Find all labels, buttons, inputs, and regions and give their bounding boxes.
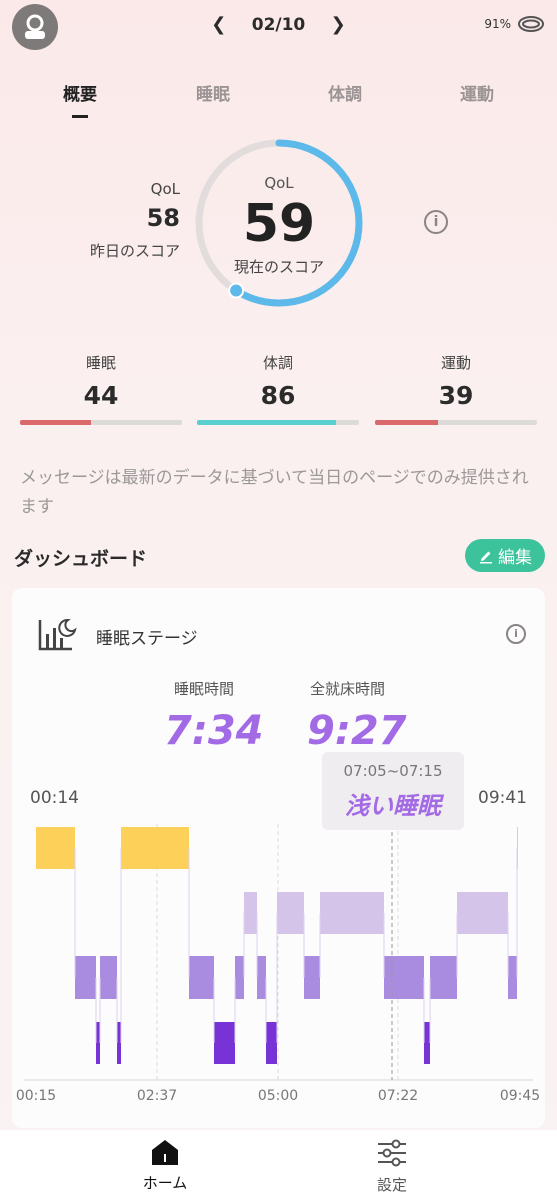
metric-value: 39 [438,381,474,410]
qol-yesterday: QoL 58 昨日のスコア [50,180,180,261]
nav-settings-label: 設定 [376,1176,407,1194]
metric-value: 86 [260,381,296,410]
stage-block-deep [214,1022,235,1064]
stage-block-light [257,956,266,999]
sleep-time-value: 7:34 [164,708,264,754]
sleep-stage-card[interactable]: 睡眠ステージ i 睡眠時間 7:34 全就床時間 9:27 00:14 09:4… [12,588,545,1128]
bottom-navigation: ホーム 設定 [0,1130,557,1200]
qol-yesterday-caption: 昨日のスコア [89,242,180,260]
stage-block-light [430,956,457,999]
tab-overview[interactable]: 概要 [35,80,125,118]
info-message: メッセージは最新のデータに基づいて当日のページでのみ提供されます [20,468,529,517]
qol-current-caption: 現在のスコア [233,258,324,276]
qol-current: QoL 59 現在のスコア [192,136,366,310]
stage-block-light [304,956,320,999]
stage-block-light [100,956,117,999]
metric-label: 運動 [440,354,471,372]
stage-block-deep [96,1022,100,1064]
metric-value: 44 [83,381,119,410]
metric-bar [197,420,359,425]
top-bar: ❮ 02/10 ❯ 91% [0,0,557,56]
metric-bar-fill [20,420,92,425]
tab-exercise[interactable]: 運動 [432,80,522,105]
metric-label: 体調 [262,354,293,372]
edit-label: 編集 [498,548,532,568]
stage-block-light [508,956,517,999]
qol-current-value: 59 [242,194,316,254]
bed-time-value: 9:27 [307,708,407,754]
stage-block-light [189,956,214,999]
qol-yesterday-value: 58 [146,204,180,232]
metric-exercise[interactable]: 運動 39 [375,352,537,425]
x-tick-labels: 00:15 02:37 05:00 07:22 09:45 [16,1088,540,1104]
card-info-icon[interactable]: i [506,624,526,644]
qol-current-label: QoL [264,174,294,192]
sleep-chart-icon [38,618,77,651]
tooltip-range: 07:05~07:15 [343,762,443,780]
tab-condition[interactable]: 体調 [300,80,390,105]
date-navigator: ❮ 02/10 ❯ [0,14,557,35]
tab-sleep[interactable]: 睡眠 [168,80,258,105]
stage-block-deep [424,1022,430,1064]
tab-bar: 概要 睡眠 体調 運動 [0,80,557,120]
nav-home[interactable]: ホーム [95,1138,235,1193]
nav-settings[interactable]: 設定 [322,1138,462,1195]
stage-block-deep [117,1022,121,1064]
metric-bar-fill [197,420,337,425]
battery-level: 91% [484,17,511,31]
x-tick-label: 05:00 [258,1088,298,1104]
sliders-icon [378,1139,406,1167]
ring-icon [518,16,544,32]
stage-block-rem [244,892,257,934]
metric-bar [20,420,182,425]
x-tick-label: 07:22 [378,1088,418,1104]
stage-block-light [384,956,424,999]
stage-block-rem [320,892,384,934]
tooltip-stage: 浅い睡眠 [345,792,441,820]
qol-yesterday-label: QoL [150,180,180,198]
info-icon[interactable]: i [424,210,448,234]
stage-block-awake [121,827,189,869]
chevron-left-icon[interactable]: ❮ [206,14,232,35]
bed-time-label: 全就床時間 [310,680,386,698]
x-tick-label: 00:15 [16,1088,56,1104]
metric-label: 睡眠 [85,354,116,372]
stage-block-awake [36,827,75,869]
stage-block-rem [277,892,304,934]
edit-button[interactable]: 編集 [465,539,545,572]
dashboard-title: ダッシュボード [14,548,148,570]
stage-block-light [235,956,244,999]
metric-sleep[interactable]: 睡眠 44 [20,352,182,425]
pencil-icon [480,551,492,563]
sleep-time-label: 睡眠時間 [174,680,235,698]
chevron-right-icon[interactable]: ❯ [325,14,351,35]
card-title: 睡眠ステージ [96,629,198,649]
sleep-end-time: 09:41 [478,788,527,808]
current-date: 02/10 [251,15,306,35]
stage-block-light [75,956,96,999]
metric-bar-fill [375,420,439,425]
sleep-start-time: 00:14 [30,788,79,808]
metric-condition[interactable]: 体調 86 [197,352,359,425]
stage-block-rem [457,892,508,934]
metric-bar [375,420,537,425]
stage-block-deep [266,1022,277,1064]
x-tick-label: 09:45 [500,1088,540,1104]
hypnogram-stages [36,827,518,1064]
stage-tooltip: 07:05~07:15 浅い睡眠 [322,752,464,830]
x-tick-label: 02:37 [137,1088,177,1104]
nav-home-label: ホーム [142,1174,188,1192]
home-icon [152,1140,178,1165]
device-status[interactable]: 91% [484,14,545,34]
hypnogram[interactable]: 00:15 02:37 05:00 07:22 09:45 [12,824,545,1104]
